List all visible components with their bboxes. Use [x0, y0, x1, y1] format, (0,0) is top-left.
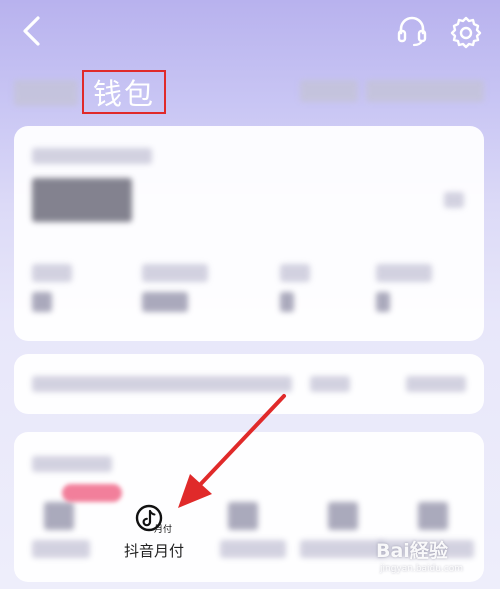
pixelated-balance-label: [32, 148, 152, 164]
pixelated-service-icon[interactable]: [328, 502, 358, 530]
pixelated-stat-value: [32, 292, 52, 312]
balance-card[interactable]: [14, 126, 484, 341]
gear-icon: [450, 16, 482, 49]
chevron-left-icon: [23, 16, 40, 46]
pixelated-service-icon[interactable]: [44, 502, 74, 530]
top-bar: [0, 0, 500, 62]
pixelated-header-item: [14, 80, 78, 106]
douyin-icon-text: 月付: [154, 524, 172, 535]
pixelated-header-link: [300, 80, 358, 102]
douyin-monthly-pay-label[interactable]: 抖音月付: [112, 540, 196, 562]
pixelated-balance-amount: [32, 178, 132, 222]
pixelated-service-label: [220, 540, 286, 558]
pixelated-stat-value: [376, 292, 390, 312]
pixelated-service-icon[interactable]: [418, 502, 448, 530]
promo-badge: [62, 484, 122, 502]
page-title: 钱包: [92, 77, 155, 111]
douyin-monthly-pay-icon: 月付: [135, 504, 172, 535]
pixelated-service-icon[interactable]: [228, 502, 258, 530]
pixelated-header-link: [366, 80, 484, 102]
pixelated-row-text: [32, 376, 292, 392]
watermark-brand: Bai経验: [376, 540, 448, 562]
pixelated-stat-label: [376, 264, 432, 282]
pixelated-stat-label: [32, 264, 72, 282]
headset-icon: [397, 16, 427, 47]
pixelated-stat-value: [280, 292, 294, 312]
douyin-monthly-pay-button[interactable]: 月付: [133, 502, 175, 536]
pixelated-stat-label: [142, 264, 208, 282]
customer-service-button[interactable]: [396, 14, 428, 48]
wallet-title-highlight: 钱包: [82, 70, 166, 114]
pixelated-chevron: [444, 192, 464, 208]
pixelated-row-text: [310, 376, 350, 392]
pixelated-service-label: [300, 540, 384, 558]
info-row-card[interactable]: [14, 354, 484, 414]
pixelated-service-label: [32, 540, 90, 558]
settings-button[interactable]: [448, 14, 484, 50]
pixelated-section-title: [32, 456, 112, 472]
back-button[interactable]: [14, 12, 48, 50]
watermark-url: jingyan.baidu.com: [380, 564, 464, 574]
pixelated-stat-label: [280, 264, 310, 282]
pixelated-row-text: [406, 376, 466, 392]
pixelated-stat-value: [142, 292, 188, 312]
watermark: Bai経验 jingyan.baidu.com: [376, 530, 494, 584]
